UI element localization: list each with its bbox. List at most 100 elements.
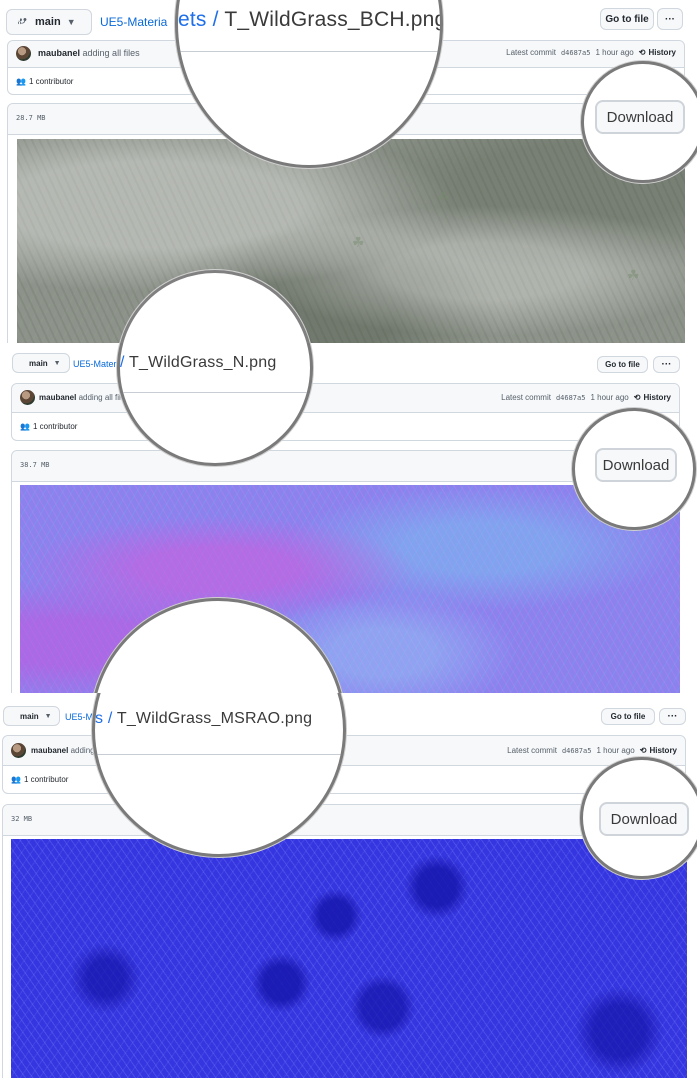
file-size: 28.7 MB [16,114,46,122]
history-link[interactable]: ⟲ History [639,48,676,57]
commit-meta: Latest commit d4687a5 1 hour ago ⟲ Histor… [506,48,676,57]
commit-time: 1 hour ago [596,746,635,755]
people-icon: 👥 [16,77,26,86]
branch-name: main [29,358,48,368]
download-label: Download [610,810,678,828]
commit-hash[interactable]: d4687a5 [556,394,586,402]
file-path-heading: / T_WildGrass_N.png [120,354,276,372]
clover-decoration: ☘ [627,267,640,283]
branch-name: main [35,16,61,28]
path-prefix[interactable]: ets / [178,8,224,31]
file-name: T_WildGrass_N.png [129,354,277,371]
branch-select-button[interactable]: main ▼ [12,353,70,373]
clover-decoration: ☘ [437,189,450,205]
history-link[interactable]: ⟲ History [640,746,677,755]
contributors-link[interactable]: 👥 1 contributor [11,775,68,784]
path-prefix[interactable]: / [120,354,129,371]
download-button[interactable]: Download [595,100,685,134]
avatar[interactable] [16,46,31,61]
go-to-file-label: Go to file [605,13,649,25]
divider [95,754,343,755]
commit-author-name[interactable]: maubanel [38,48,80,58]
latest-commit-label: Latest commit [501,393,551,402]
commit-author: maubanel adding [31,746,95,755]
commit-author: maubanel adding all files [39,393,129,402]
file-panel-bch: main ▼ UE5-Materia Go to file ··· mauban… [0,0,697,343]
download-button[interactable]: Download [595,448,677,482]
go-to-file-button[interactable]: Go to file [597,356,648,373]
texture-preview-image: ☘ ☘ ☘ [17,139,685,343]
latest-commit-label: Latest commit [506,48,556,57]
contributors-label: 1 contributor [23,775,69,784]
file-path-heading: ets / T_WildGrass_BCH.png [178,8,443,32]
contributors-row: 👥 1 contributor [12,413,679,441]
download-label: Download [602,456,670,474]
history-link[interactable]: ⟲ History [634,393,671,402]
commit-box: maubanel adding all files Latest commit … [11,383,680,441]
commit-hash[interactable]: d4687a5 [561,49,591,57]
history-label: History [649,746,677,755]
magnifier-download: Download [581,61,697,183]
commit-author: maubanel adding all files [38,48,140,58]
breadcrumb-repo-link[interactable]: UE5-Materia [100,15,167,29]
more-options-button[interactable]: ··· [653,356,680,373]
breadcrumb-repo-link[interactable]: UE5-M [65,712,93,722]
more-icon: ··· [661,359,672,370]
divider [120,392,310,393]
breadcrumb-repo-link[interactable]: UE5-Materi [73,359,119,369]
commit-meta: Latest commit d4687a5 1 hour ago ⟲ Histor… [501,393,671,402]
magnifier-download: Download [572,408,696,530]
magnifier-filename: / T_WildGrass_N.png [117,343,313,466]
contributors-label: 1 contributor [32,422,78,431]
branch-name: main [20,711,39,721]
commit-message: adding [70,746,95,755]
file-name: T_WildGrass_BCH.png [224,8,443,31]
commit-time: 1 hour ago [590,393,629,402]
go-to-file-label: Go to file [605,360,640,369]
commit-message[interactable]: adding all files [83,48,140,58]
avatar[interactable] [20,390,35,405]
commit-hash[interactable]: d4687a5 [562,747,592,755]
history-icon: ⟲ [633,393,641,402]
latest-commit-row: maubanel adding all files Latest commit … [12,384,679,413]
history-label: History [643,393,671,402]
file-nav: main ▼ UE5-Materi Go to file ··· [0,343,697,383]
clover-decoration: ☘ [352,234,365,250]
download-label: Download [606,108,674,126]
more-icon: ··· [667,711,678,722]
download-button[interactable]: Download [599,802,689,836]
commit-meta: Latest commit d4687a5 1 hour ago ⟲ Histor… [507,746,677,755]
history-icon: ⟲ [638,48,646,57]
people-icon: 👥 [20,422,30,431]
contributors-link[interactable]: 👥 1 contributor [16,77,73,86]
chevron-down-icon: ▼ [44,712,52,720]
branch-select-button[interactable]: main ▼ [6,9,92,35]
history-label: History [648,48,676,57]
file-size: 32 MB [11,815,33,823]
file-panel-normal: main ▼ UE5-Materi Go to file ··· maubane… [0,343,697,693]
avatar[interactable] [11,743,26,758]
go-to-file-button[interactable]: Go to file [600,8,654,30]
contributors-label: 1 contributor [28,77,74,86]
texture-preview-image [11,839,687,1078]
file-name: T_WildGrass_MSRAO.png [116,710,313,727]
git-branch-icon [17,17,27,25]
go-to-file-label: Go to file [610,712,646,721]
more-options-button[interactable]: ··· [659,708,686,725]
latest-commit-label: Latest commit [507,746,557,755]
commit-time: 1 hour ago [595,48,634,57]
file-size: 38.7 MB [20,461,50,469]
chevron-down-icon: ▼ [53,359,61,367]
magnifier-download: Download [580,757,697,879]
more-options-button[interactable]: ··· [657,8,683,30]
commit-author-name[interactable]: maubanel [39,393,76,402]
file-view: 32 MB [2,804,687,1078]
branch-select-button[interactable]: main ▼ [3,706,60,726]
file-path-heading: s / T_WildGrass_MSRAO.png [95,710,312,728]
contributors-link[interactable]: 👥 1 contributor [20,422,77,431]
divider [178,51,440,52]
path-prefix[interactable]: s / [95,710,117,727]
more-icon: ··· [665,13,675,25]
commit-author-name[interactable]: maubanel [31,746,68,755]
go-to-file-button[interactable]: Go to file [601,708,655,725]
